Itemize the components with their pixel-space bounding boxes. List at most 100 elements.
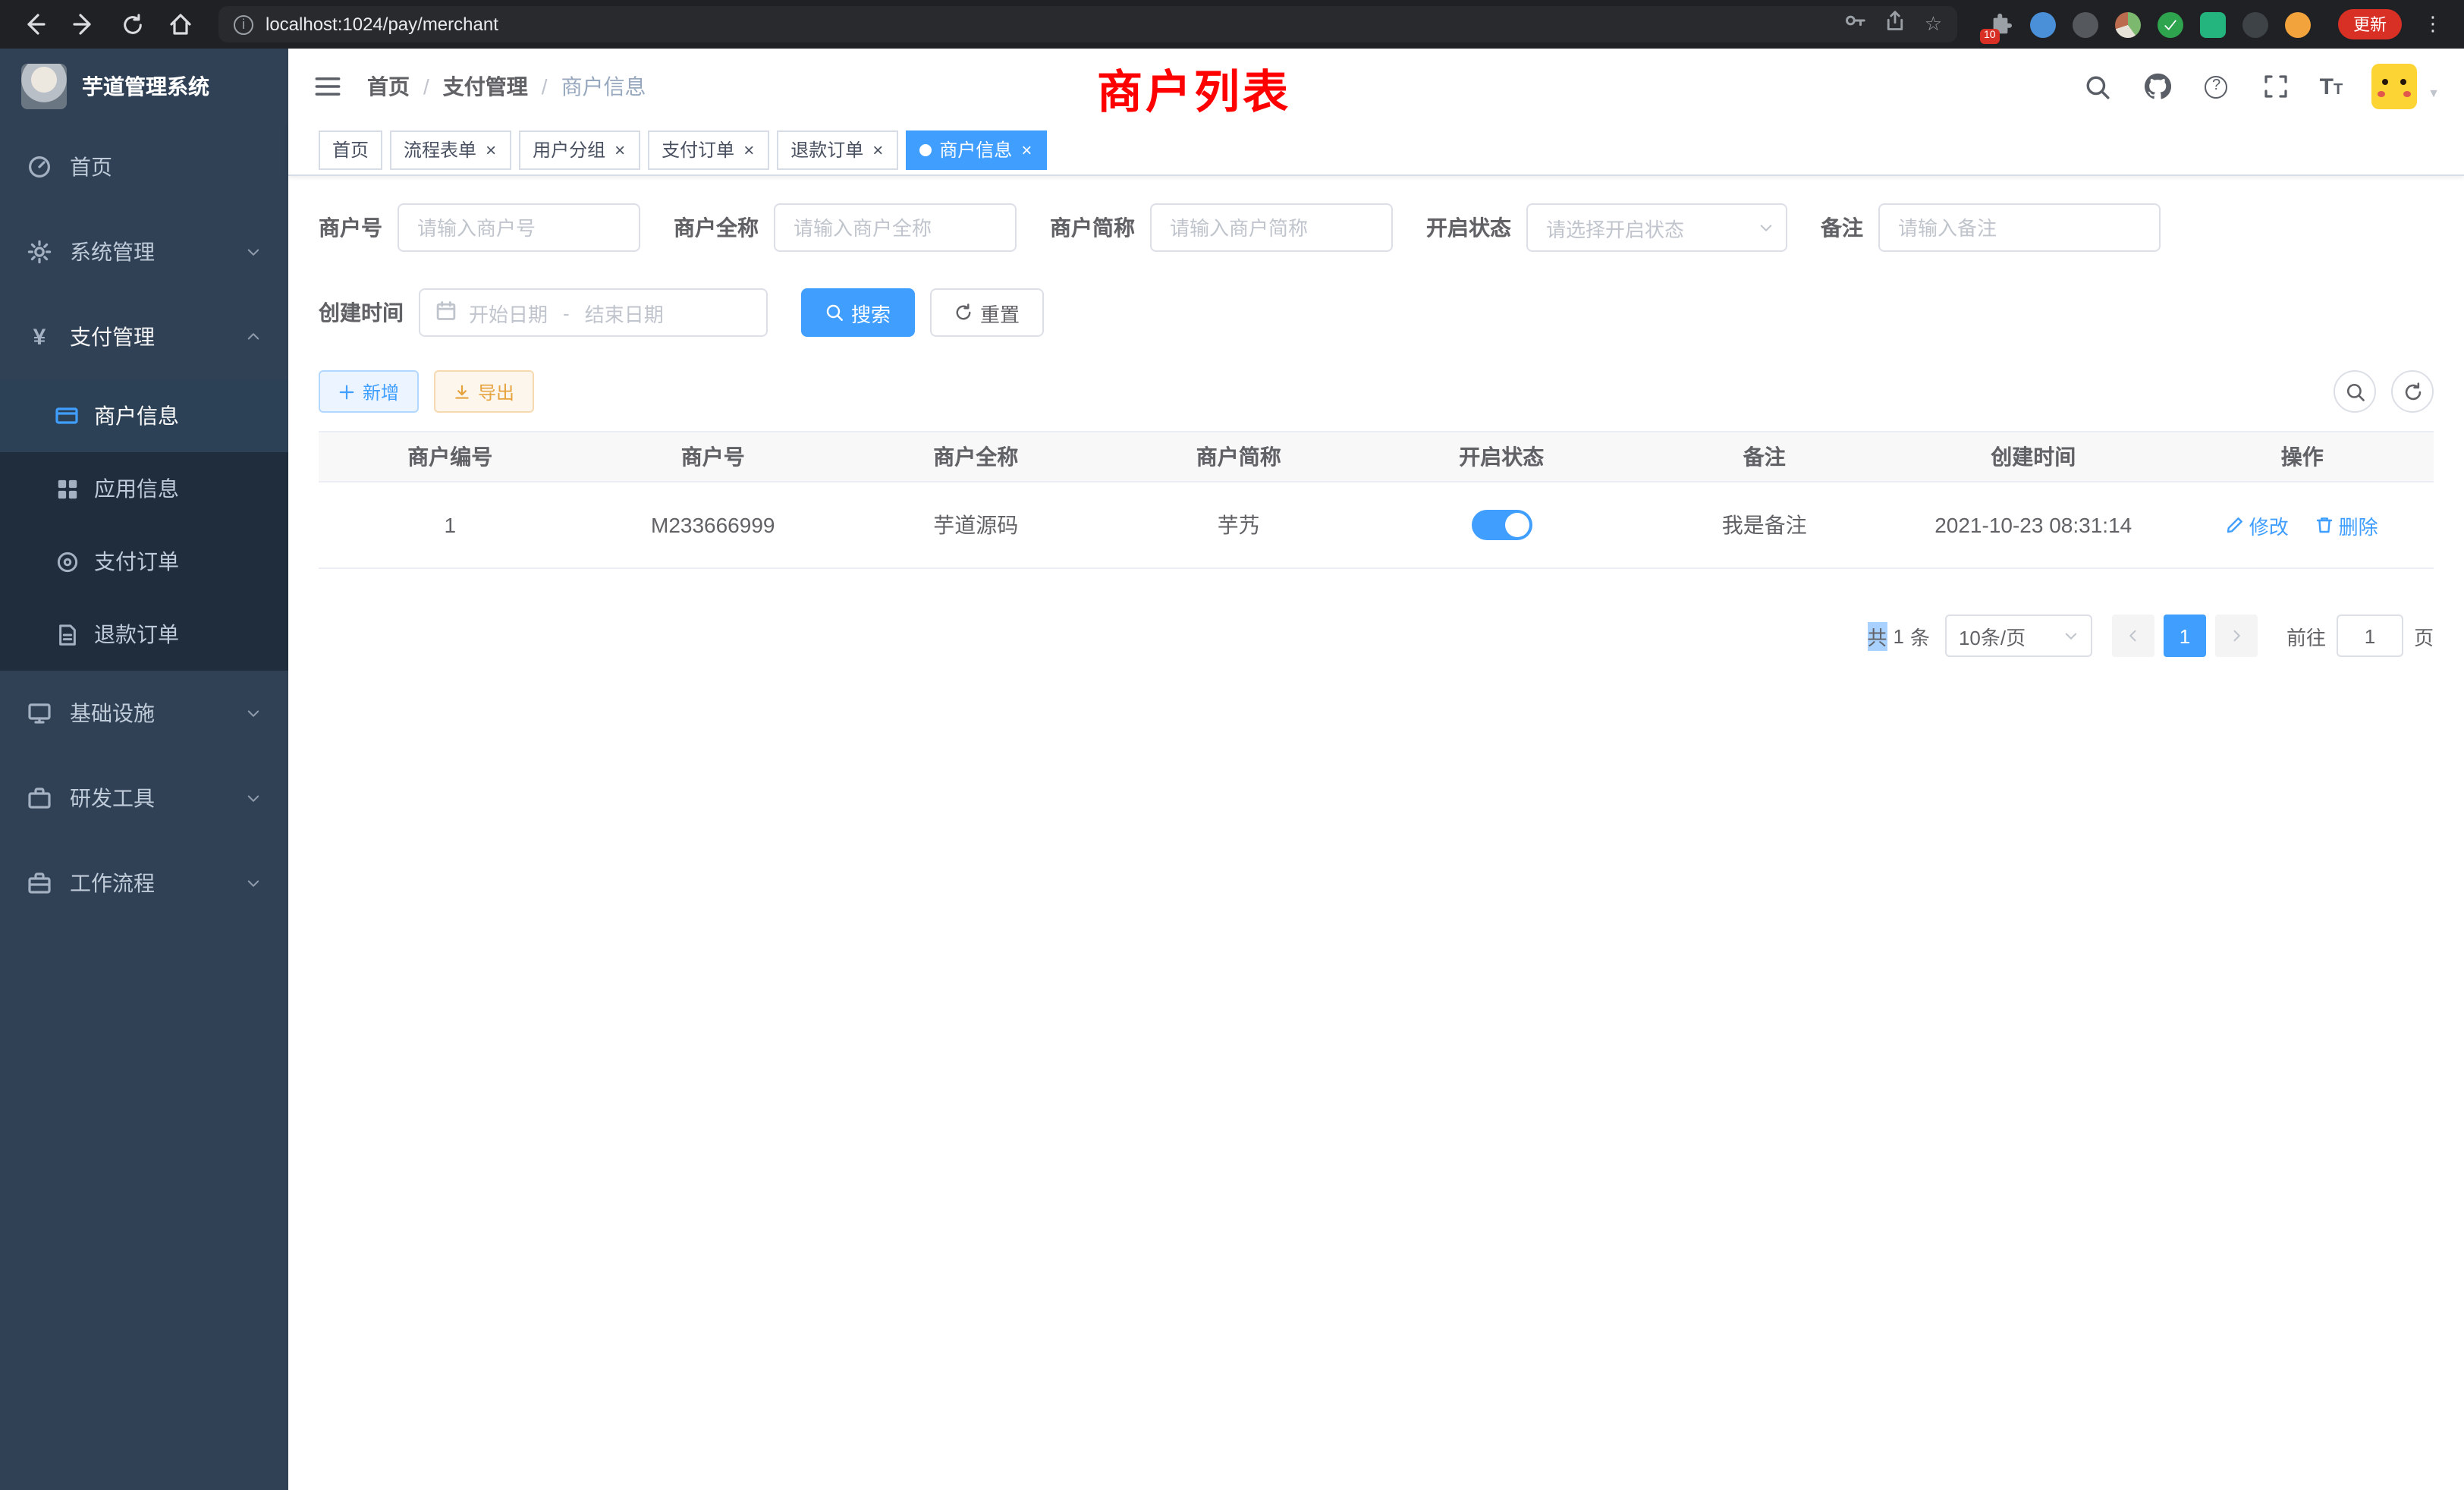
breadcrumb-separator: / xyxy=(423,74,429,99)
bookmark-star-icon[interactable]: ☆ xyxy=(1925,12,1942,36)
filter-row-2: 创建时间 开始日期 - 结束日期 搜索 xyxy=(319,288,2434,337)
refresh-button[interactable] xyxy=(2391,370,2434,413)
extension-dark-icon[interactable] xyxy=(2073,11,2098,37)
browser-menu-icon[interactable]: ⋮ xyxy=(2417,12,2449,36)
top-navbar: 首页 / 支付管理 / 商户信息 ? xyxy=(288,49,2464,124)
breadcrumb-payment[interactable]: 支付管理 xyxy=(443,71,528,102)
app-logo[interactable]: 芋道管理系统 xyxy=(0,49,288,124)
sidebar-item-system[interactable]: 系统管理 xyxy=(0,209,288,294)
sidebar-item-refund-order[interactable]: 退款订单 xyxy=(0,598,288,671)
status-toggle[interactable] xyxy=(1471,510,1532,540)
full-name-input[interactable] xyxy=(774,203,1017,252)
font-size-icon[interactable]: TT xyxy=(2320,75,2343,98)
browser-update-button[interactable]: 更新 xyxy=(2338,9,2402,39)
close-icon[interactable]: × xyxy=(1020,140,1033,159)
merchant-no-label: 商户号 xyxy=(319,212,382,243)
create-time-range-picker[interactable]: 开始日期 - 结束日期 xyxy=(419,288,768,337)
tag-user-group[interactable]: 用户分组 × xyxy=(519,130,640,169)
add-button[interactable]: 新增 xyxy=(319,370,419,413)
url-text: localhost:1024/pay/merchant xyxy=(266,14,1832,35)
page-1-button[interactable]: 1 xyxy=(2164,615,2206,657)
help-icon[interactable]: ? xyxy=(2202,71,2232,102)
delete-link[interactable]: 删除 xyxy=(2316,511,2378,539)
order-icon xyxy=(55,549,79,574)
page-size-select[interactable]: 10条/页 xyxy=(1945,615,2092,657)
extensions-puzzle-icon[interactable]: 10 xyxy=(1988,11,2013,37)
edit-link[interactable]: 修改 xyxy=(2227,511,2289,539)
tag-process-form[interactable]: 流程表单 × xyxy=(390,130,511,169)
github-icon[interactable] xyxy=(2142,71,2173,102)
toggle-search-button[interactable] xyxy=(2334,370,2376,413)
close-icon[interactable]: × xyxy=(613,140,627,159)
tag-label: 用户分组 xyxy=(533,137,605,162)
tag-label: 支付订单 xyxy=(662,137,734,162)
search-button[interactable]: 搜索 xyxy=(801,288,915,337)
sidebar-item-merchant-info[interactable]: 商户信息 xyxy=(0,379,288,452)
sidebar-item-pay-order[interactable]: 支付订单 xyxy=(0,525,288,598)
back-icon[interactable] xyxy=(15,5,55,44)
filter-row-1: 商户号 商户全称 商户简称 开启状态 请选择开启状态 xyxy=(319,203,2434,252)
url-bar[interactable]: i localhost:1024/pay/merchant ☆ xyxy=(218,6,1957,42)
document-icon xyxy=(55,622,79,646)
goto-page-input[interactable] xyxy=(2337,615,2403,657)
site-info-icon[interactable]: i xyxy=(234,14,253,34)
total-count: 1 xyxy=(1893,624,1903,647)
export-button[interactable]: 导出 xyxy=(434,370,534,413)
remark-label: 备注 xyxy=(1821,212,1863,243)
tag-home[interactable]: 首页 xyxy=(319,130,382,169)
prev-page-button[interactable] xyxy=(2112,615,2154,657)
sidebar-item-label: 退款订单 xyxy=(94,619,179,649)
merchant-no-input[interactable] xyxy=(398,203,640,252)
extension-pin-icon[interactable] xyxy=(2030,11,2056,37)
extension-check-icon[interactable] xyxy=(2158,11,2183,37)
tag-refund-order[interactable]: 退款订单 × xyxy=(777,130,898,169)
tag-pay-order[interactable]: 支付订单 × xyxy=(648,130,769,169)
gear-icon xyxy=(27,240,52,264)
remark-input[interactable] xyxy=(1878,203,2161,252)
browser-toolbar: i localhost:1024/pay/merchant ☆ 10 xyxy=(0,0,2464,49)
sidebar-item-home[interactable]: 首页 xyxy=(0,124,288,209)
forward-icon[interactable] xyxy=(64,5,103,44)
breadcrumb-home[interactable]: 首页 xyxy=(367,71,410,102)
tag-merchant-info[interactable]: 商户信息 × xyxy=(906,130,1047,169)
sidebar: 芋道管理系统 首页 系统管理 ¥ 支付管理 xyxy=(0,49,288,1490)
date-start-placeholder: 开始日期 xyxy=(469,298,548,327)
fullscreen-icon[interactable] xyxy=(2261,71,2291,102)
avatar[interactable] xyxy=(2371,64,2417,109)
share-icon[interactable] xyxy=(1885,10,1906,39)
extension-smiley-icon[interactable] xyxy=(2285,11,2311,37)
next-page-button[interactable] xyxy=(2215,615,2258,657)
pagination-goto: 前往 页 xyxy=(2286,615,2434,657)
close-icon[interactable]: × xyxy=(871,140,885,159)
reload-icon[interactable] xyxy=(112,5,152,44)
close-icon[interactable]: × xyxy=(484,140,498,159)
chevron-down-icon xyxy=(2063,624,2079,647)
cell-merchant-no: M233666999 xyxy=(582,482,845,568)
yen-icon: ¥ xyxy=(27,325,52,349)
avatar-caret-icon[interactable]: ▼ xyxy=(2428,86,2440,109)
extension-avatar-icon[interactable] xyxy=(2115,11,2141,37)
calendar-icon xyxy=(435,300,457,325)
sidebar-item-app-info[interactable]: 应用信息 xyxy=(0,452,288,525)
chevron-up-icon xyxy=(246,325,261,349)
status-select[interactable]: 请选择开启状态 xyxy=(1526,203,1787,252)
sidebar-item-label: 应用信息 xyxy=(94,473,179,504)
close-icon[interactable]: × xyxy=(742,140,756,159)
sidebar-item-infrastructure[interactable]: 基础设施 xyxy=(0,671,288,756)
chevron-down-icon xyxy=(246,871,261,895)
monitor-icon xyxy=(27,701,52,725)
cell-status xyxy=(1370,482,1633,568)
reset-button[interactable]: 重置 xyxy=(930,288,1044,337)
search-icon[interactable] xyxy=(2083,71,2114,102)
extension-square-icon[interactable] xyxy=(2200,11,2226,37)
sidebar-item-workflow[interactable]: 工作流程 xyxy=(0,841,288,926)
sidebar-item-dev-tools[interactable]: 研发工具 xyxy=(0,756,288,841)
short-name-input[interactable] xyxy=(1150,203,1393,252)
home-icon[interactable] xyxy=(161,5,200,44)
password-key-icon[interactable] xyxy=(1844,9,1867,39)
chevron-down-icon xyxy=(246,701,261,725)
sidebar-item-payment[interactable]: ¥ 支付管理 xyxy=(0,294,288,379)
tag-label: 商户信息 xyxy=(939,137,1012,162)
extension-knot-icon[interactable] xyxy=(2242,11,2268,37)
collapse-sidebar-icon[interactable] xyxy=(313,71,343,102)
